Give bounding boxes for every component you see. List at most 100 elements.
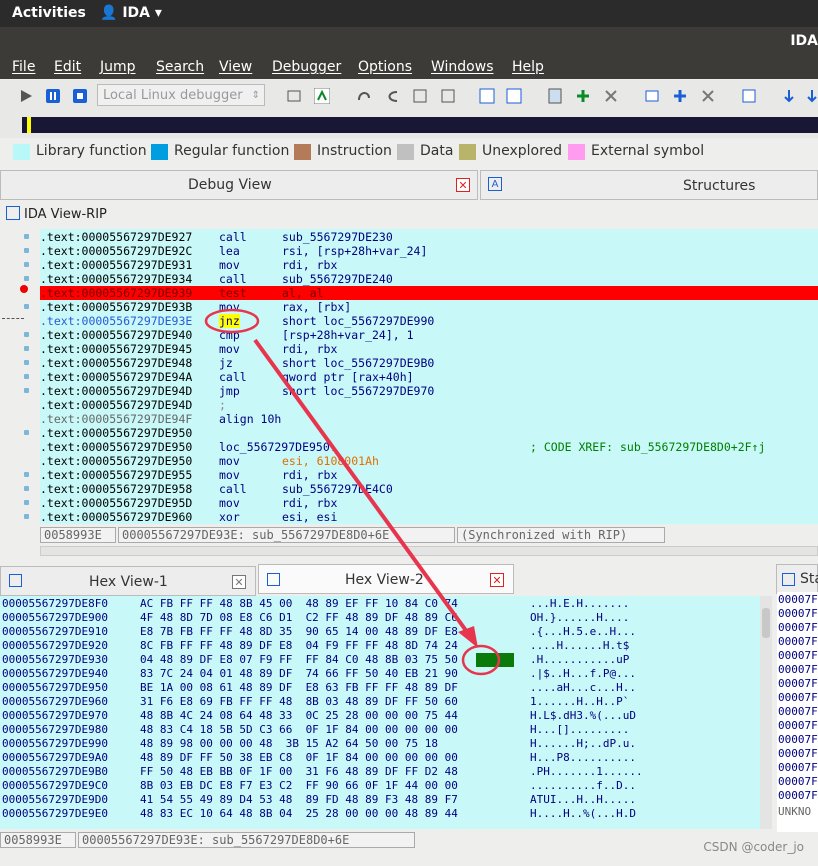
disasm-line[interactable]: .text:00005567297DE931 mov rdi, rbx (40, 258, 818, 272)
hex-row[interactable]: 00005567297DE990 48 89 98 00 00 00 48 3B … (2, 737, 636, 751)
disasm-view-icon[interactable] (506, 88, 522, 104)
menu-search[interactable]: Search (156, 59, 204, 75)
menu-file[interactable]: File (12, 59, 35, 75)
hex-byte-highlight[interactable] (476, 653, 514, 667)
hex-view[interactable]: 00005567297DE8F0 AC FB FF FF 48 8B 45 00 … (0, 596, 760, 829)
stack-row[interactable]: 00007F (778, 677, 818, 691)
disasm-line[interactable]: .text:00005567297DE960 xor esi, esi (40, 510, 818, 524)
import-icon[interactable] (804, 88, 818, 104)
export-icon[interactable] (781, 88, 797, 104)
menu-help[interactable]: Help (512, 59, 544, 75)
stack-row[interactable]: 00007F (778, 635, 818, 649)
horizontal-scrollbar[interactable] (40, 546, 818, 556)
disasm-line[interactable]: .text:00005567297DE950 mov esi, 6108001Ah (40, 454, 818, 468)
hex-row[interactable]: 00005567297DE980 48 83 C4 18 5B 5D C3 66 … (2, 723, 629, 737)
hex-vertical-scrollbar[interactable] (760, 596, 772, 829)
disasm-line[interactable]: .text:00005567297DE94A call qword ptr [rax… (40, 370, 818, 384)
stack-row[interactable]: 00007F (778, 607, 818, 621)
add-watch-icon[interactable] (672, 88, 688, 104)
disasm-line[interactable]: .text:00005567297DE94D; (40, 398, 818, 412)
disasm-line[interactable]: .text:00005567297DE92C lea rsi, [rsp+28h+v… (40, 244, 818, 258)
close-icon[interactable]: ✕ (456, 178, 470, 192)
tab-stack[interactable]: Sta (776, 564, 818, 594)
menu-view[interactable]: View (219, 59, 252, 75)
close-icon[interactable]: ✕ (232, 575, 246, 589)
delete-breakpoint-icon[interactable] (603, 88, 619, 104)
disasm-line[interactable]: .text:00005567297DE950 loc_5567297DE950:;… (40, 440, 818, 454)
menu-edit[interactable]: Edit (54, 59, 81, 75)
disasm-line[interactable]: .text:00005567297DE948 jz short loc_556729… (40, 356, 818, 370)
disasm-line[interactable]: .text:00005567297DE945 mov rdi, rbx (40, 342, 818, 356)
hex-row[interactable]: 00005567297DE940 83 7C 24 04 01 48 89 DF … (2, 667, 636, 681)
tab-hex-view-1[interactable]: Hex View-1 ✕ (0, 566, 256, 596)
functions-icon[interactable] (547, 88, 563, 104)
activities-button[interactable]: Activities (12, 5, 86, 21)
stack-row[interactable]: 00007F (778, 691, 818, 705)
jump-icon[interactable] (741, 88, 757, 104)
hex-row-current[interactable]: 00005567297DE930 04 48 89 DF E8 07 F9 FF … (2, 653, 629, 667)
disassembly-listing[interactable]: .text:00005567297DE927 call sub_5567297DE2… (40, 229, 818, 524)
disasm-line[interactable]: .text:00005567297DE94D jmp short loc_55672… (40, 384, 818, 398)
navigation-band[interactable] (22, 117, 818, 133)
step-into-icon[interactable] (314, 88, 330, 104)
disasm-line-current[interactable]: .text:00005567297DE93E jnz short loc_55672… (40, 314, 818, 328)
breakpoint-icon[interactable] (20, 285, 28, 293)
step-over-icon[interactable] (356, 88, 372, 104)
stack-row[interactable]: 00007F (778, 761, 818, 775)
stack-row[interactable]: 00007F (778, 789, 818, 803)
close-icon[interactable]: ✕ (490, 573, 504, 587)
disasm-line[interactable]: .text:00005567297DE955 mov rdi, rbx (40, 468, 818, 482)
stack-row[interactable]: 00007F (778, 593, 818, 607)
tab-debug-view[interactable]: Debug View ✕ (0, 170, 478, 200)
disasm-line-breakpoint[interactable]: .text:00005567297DE939 test al, al (40, 286, 818, 300)
attach-icon[interactable] (286, 88, 302, 104)
hex-row[interactable]: 00005567297DE9D0 41 54 55 49 89 D4 53 48 … (2, 793, 636, 807)
hex-row[interactable]: 00005567297DE910 E8 7B FB FF FF 48 8D 35 … (2, 625, 636, 639)
remove-watch-icon[interactable] (700, 88, 716, 104)
hex-row[interactable]: 00005567297DE9E0 48 83 EC 10 64 48 8B 04 … (2, 807, 636, 821)
run-until-return-icon[interactable] (384, 88, 400, 104)
disasm-line[interactable]: .text:00005567297DE934 call sub_5567297DE2… (40, 272, 818, 286)
scrollbar-thumb[interactable] (762, 608, 770, 638)
stack-row[interactable]: 00007F (778, 663, 818, 677)
hex-row[interactable]: 00005567297DE960 31 F6 E8 69 FB FF FF 48 … (2, 695, 629, 709)
stack-view[interactable]: 00007F 00007F 00007F 00007F 00007F 00007… (777, 592, 818, 832)
disasm-line[interactable]: .text:00005567297DE94F align 10h (40, 412, 818, 426)
menu-options[interactable]: Options (358, 59, 412, 75)
hex-row[interactable]: 00005567297DE950 BE 1A 00 08 61 48 89 DF … (2, 681, 636, 695)
add-breakpoint-icon[interactable] (575, 88, 591, 104)
app-menu-button[interactable]: 👤 IDA ▾ (100, 5, 162, 21)
play-icon[interactable] (18, 88, 34, 104)
stack-row[interactable]: 00007F (778, 621, 818, 635)
stack-row[interactable]: 00007F (778, 719, 818, 733)
menu-debugger[interactable]: Debugger (272, 59, 341, 75)
stack-row[interactable]: 00007F (778, 733, 818, 747)
hex-row[interactable]: 00005567297DE970 48 8B 4C 24 08 64 48 33 … (2, 709, 636, 723)
stack-row[interactable]: 00007F (778, 747, 818, 761)
hex-row[interactable]: 00005567297DE8F0 AC FB FF FF 48 8B 45 00 … (2, 597, 629, 611)
stack-row[interactable]: 00007F (778, 705, 818, 719)
disasm-line[interactable]: .text:00005567297DE95D mov rdi, rbx (40, 496, 818, 510)
hex-row[interactable]: 00005567297DE9B0 FF 50 48 EB BB 0F 1F 00 … (2, 765, 643, 779)
disasm-line[interactable]: .text:00005567297DE940 cmp [rsp+28h+var_24… (40, 328, 818, 342)
disasm-line[interactable]: .text:00005567297DE958 call sub_5567297DE4… (40, 482, 818, 496)
stop-icon[interactable] (72, 88, 88, 104)
hex-row[interactable]: 00005567297DE920 8C FB FF FF 48 89 DF E8 … (2, 639, 629, 653)
menu-windows[interactable]: Windows (431, 59, 494, 75)
hex-row[interactable]: 00005567297DE9A0 48 89 DF FF 50 38 EB C8 … (2, 751, 636, 765)
disasm-line[interactable]: .text:00005567297DE927 call sub_5567297DE2… (40, 230, 818, 244)
stack-row[interactable]: 00007F (778, 775, 818, 789)
run-to-cursor-icon[interactable] (412, 88, 428, 104)
disasm-line[interactable]: .text:00005567297DE93B mov rax, [rbx] (40, 300, 818, 314)
tab-hex-view-2[interactable]: Hex View-2 ✕ (258, 564, 514, 594)
disasm-gutter[interactable] (0, 229, 40, 524)
pause-icon[interactable] (45, 88, 61, 104)
hex-row[interactable]: 00005567297DE9C0 8B 03 EB DC E8 F7 E3 C2 … (2, 779, 636, 793)
breakpoint-list-icon[interactable] (440, 88, 456, 104)
disasm-line[interactable]: .text:00005567297DE950 (40, 426, 818, 440)
menu-jump[interactable]: Jump (100, 59, 136, 75)
watch-icon[interactable] (644, 88, 660, 104)
stack-row[interactable]: 00007F (778, 649, 818, 663)
tab-structures[interactable]: A Structures (480, 170, 818, 200)
hex-row[interactable]: 00005567297DE900 4F 48 8D 7D 08 E8 C6 D1 … (2, 611, 629, 625)
